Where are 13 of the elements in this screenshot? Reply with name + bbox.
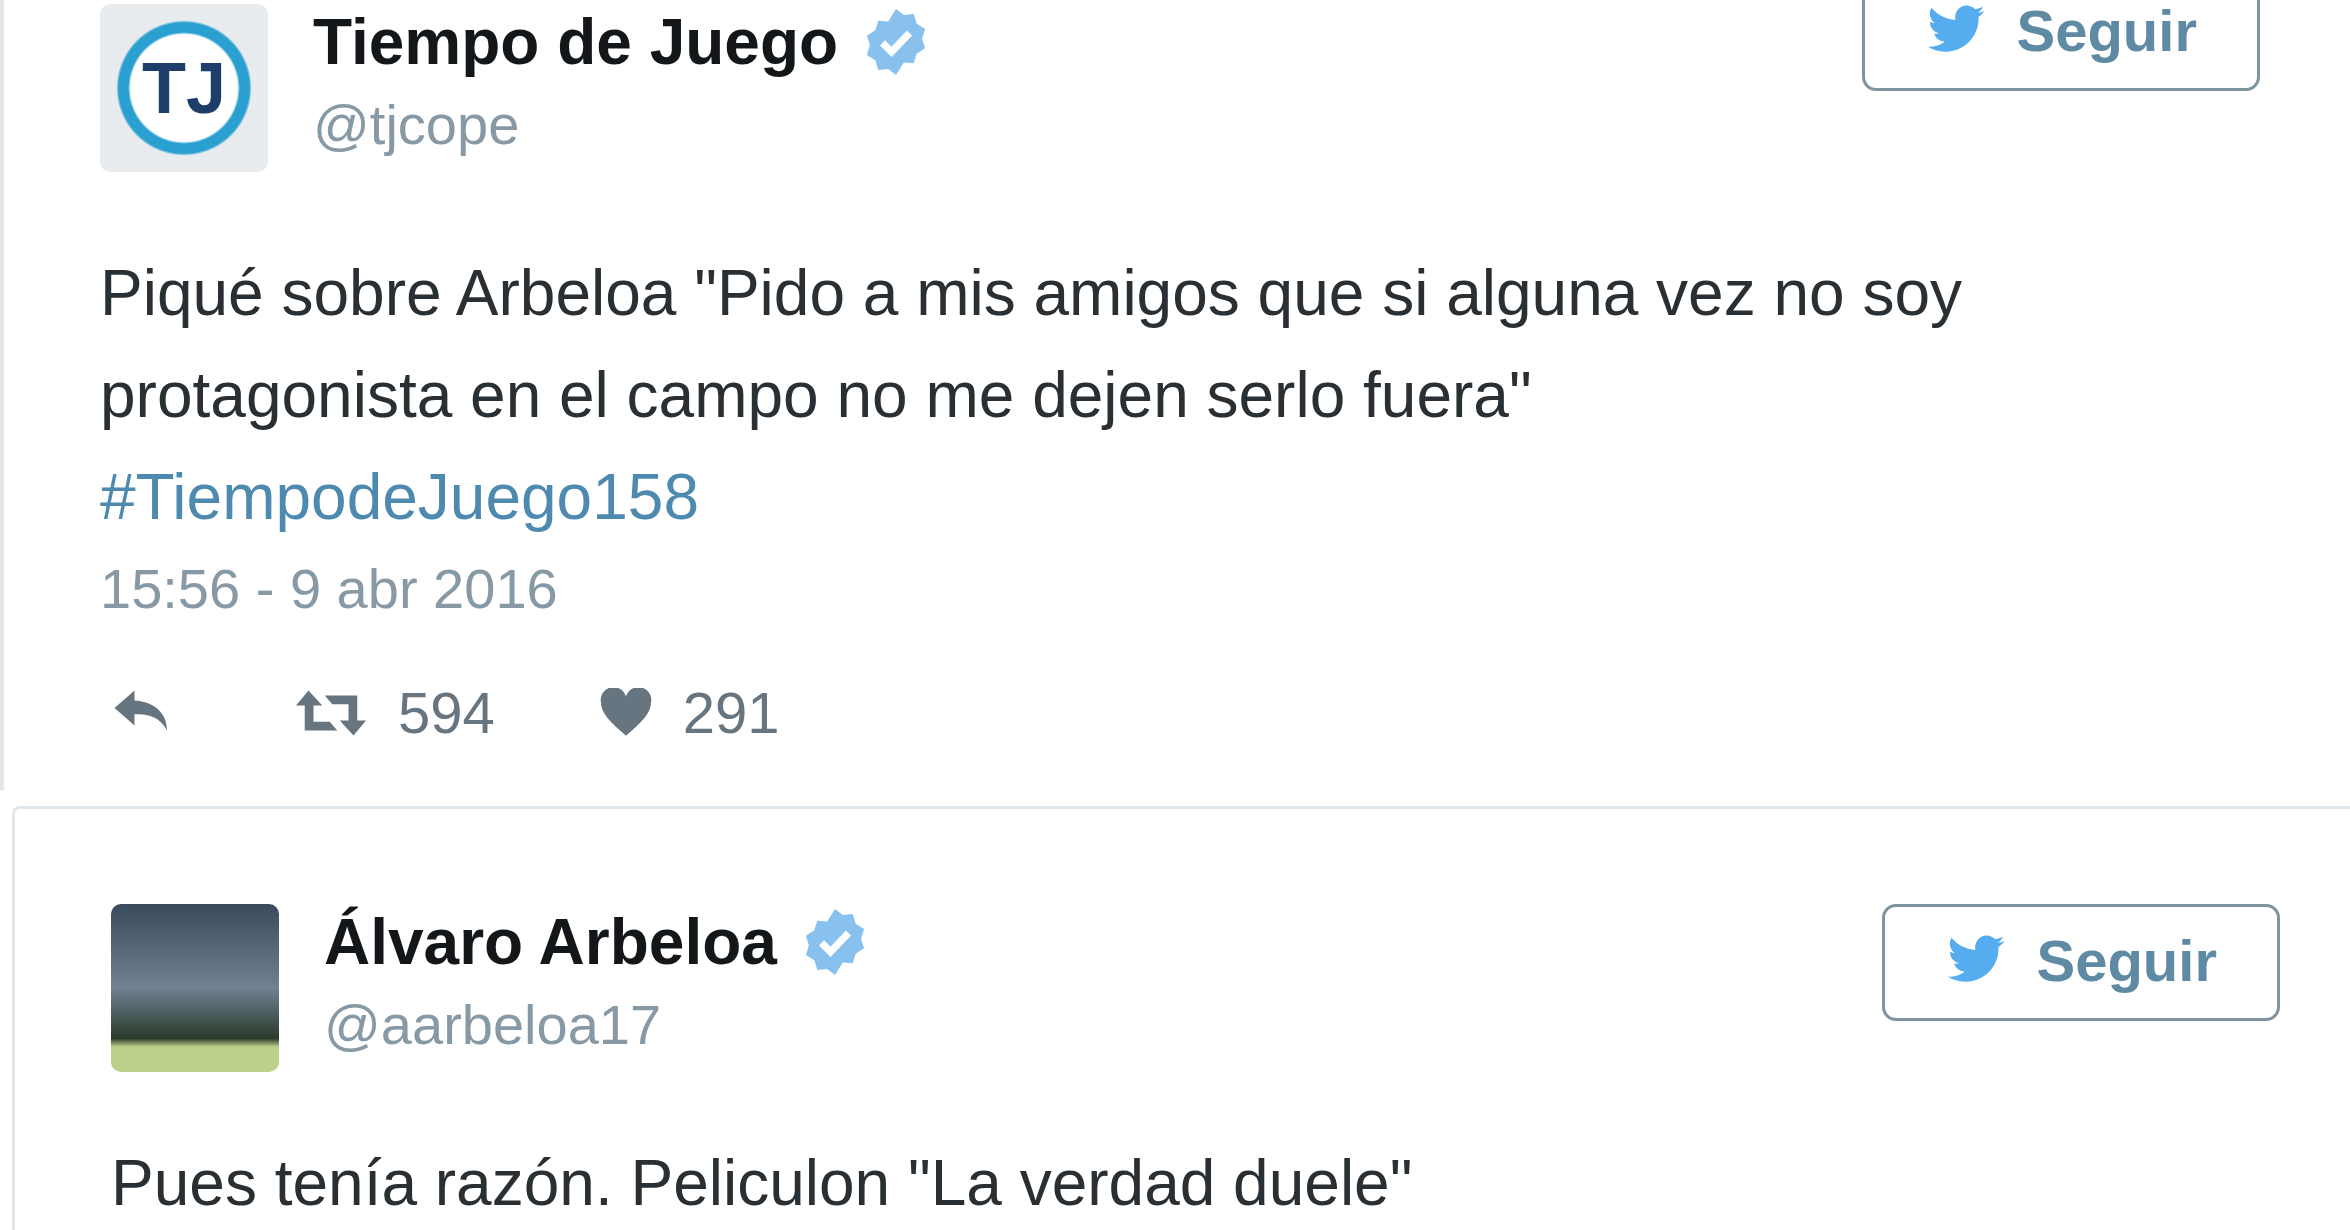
tweet-text: Piqué sobre Arbeloa "Pido a mis amigos que si alguna vez no soy protagonista en el campo no me dejen serlo fuera" — [100, 256, 1964, 433]
follow-button[interactable]: Seguir — [1881, 904, 2280, 1021]
like-count: 291 — [682, 679, 780, 746]
logo-avatar: TJ — [100, 4, 268, 172]
follow-button[interactable]: Seguir — [1861, 0, 2260, 91]
tweet-text: Pues tenía razón. Peliculon "La verdad duele" — [111, 1146, 1414, 1221]
retweet-count: 594 — [398, 679, 495, 746]
account-name[interactable]: Álvaro Arbeloa — [324, 906, 777, 978]
tweet-timestamp[interactable]: 15:56 - 9 abr 2016 — [100, 556, 2260, 621]
account-handle[interactable]: @tjcope — [313, 92, 933, 157]
account-name[interactable]: Tiempo de Juego — [313, 6, 839, 78]
account-handle[interactable]: @aarbeloa17 — [324, 992, 871, 1057]
hashtag-link[interactable]: #TiempodeJuego158 — [100, 446, 2260, 548]
